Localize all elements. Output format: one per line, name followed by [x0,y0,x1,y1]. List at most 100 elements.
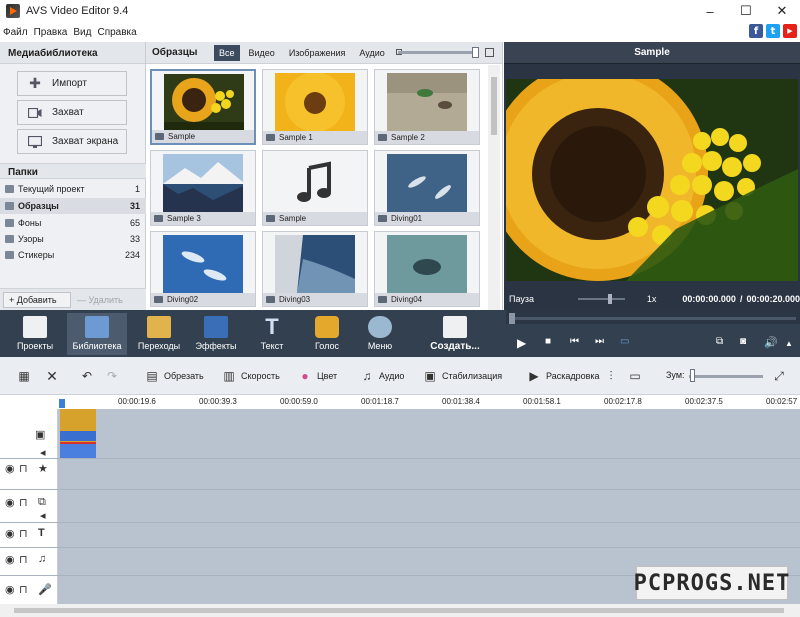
audio-mixer-icon[interactable]: ⫶ [604,369,623,383]
capture-button[interactable]: Захват [17,100,127,125]
menu-file[interactable]: Файл [0,27,31,38]
stabilization-button[interactable]: ▣ Стабилизация [423,369,502,383]
detach-preview-icon[interactable]: ⧉ [716,336,723,347]
color-button[interactable]: ● Цвет [298,369,337,383]
stop-icon[interactable]: ■ [545,336,551,347]
lock-icon[interactable]: ⊓ [19,553,28,566]
tool-library[interactable]: Библиотека [67,313,127,355]
tool-menu[interactable]: Меню [350,313,410,355]
samples-scrollbar[interactable] [488,65,500,310]
lock-icon[interactable]: ⊓ [19,527,28,540]
lock-icon[interactable]: ⊓ [19,583,28,596]
media-thumb-sample-3[interactable]: Sample 3 [150,150,256,226]
menu-help[interactable]: Справка [94,27,139,38]
folder-stickers[interactable]: Стикеры 234 [0,247,146,263]
window-title: AVS Video Editor 9.4 [26,5,129,17]
fit-timeline-icon[interactable]: ⤢ [772,369,791,383]
thumbnail-size-slider[interactable] [398,51,478,54]
audio-mute-icon[interactable]: ◂ [40,509,46,522]
media-thumb-diving04[interactable]: Diving04 [374,231,480,307]
media-thumb-sample-2[interactable]: Sample 2 [374,69,480,145]
trim-button[interactable]: ▤ Обрезать [145,369,203,383]
filter-audio-tab[interactable]: Аудио [354,45,389,61]
voice-track-icon: 🎤 [38,584,52,596]
video-track-icon: ▣ [35,429,46,441]
minimize-button[interactable]: – [692,0,728,22]
media-thumb-sample-audio[interactable]: Sample [262,150,368,226]
stabilization-icon: ▣ [424,369,436,383]
audio-button[interactable]: ♫ Аудио [360,369,405,383]
next-frame-icon[interactable]: ⏭ [595,336,604,347]
tool-transitions[interactable]: Переходы [129,313,189,355]
volume-icon[interactable]: 🔊 [764,336,778,349]
delete-icon[interactable]: ✕ [45,368,64,384]
media-library-title: Медиабиблиотека [0,42,145,64]
samples-scroll-thumb[interactable] [491,77,497,135]
fullscreen-preview-icon[interactable]: ▭ [620,336,629,347]
folder-patterns[interactable]: Узоры 33 [0,231,146,247]
zoom-handle[interactable] [690,369,695,382]
text-track-icon: T [38,527,45,539]
visibility-eye-icon[interactable]: ◉ [5,462,15,475]
import-button[interactable]: ✚ Импорт [17,71,127,96]
tool-effects[interactable]: Эффекты [186,313,246,355]
tool-text[interactable]: T Текст [242,313,302,355]
menu-view[interactable]: Вид [70,27,94,38]
tool-voice[interactable]: Голос [297,313,357,355]
seek-bar[interactable] [506,310,800,324]
snapshot-icon[interactable]: ◙ [740,336,746,347]
seek-handle[interactable] [509,313,515,324]
lock-icon[interactable]: ⊓ [19,496,28,509]
visibility-eye-icon[interactable]: ◉ [5,527,15,540]
media-thumb-sample-1[interactable]: Sample 1 [262,69,368,145]
timeline-scroll-thumb[interactable] [14,608,784,613]
media-thumb-diving02[interactable]: Diving02 [150,231,256,307]
filter-video-tab[interactable]: Видео [244,45,280,61]
facebook-icon[interactable]: f [749,24,763,38]
storyboard-button[interactable]: ▶ Раскадровка [527,369,599,383]
star-icon [204,316,228,338]
thumbnail-size-handle[interactable] [472,47,479,58]
previous-frame-icon[interactable]: ⏮ [570,336,579,347]
twitter-icon[interactable]: t [766,24,780,38]
tool-create[interactable]: Создать... [420,313,490,355]
filter-all-tab[interactable]: Все [214,44,240,61]
visibility-eye-icon[interactable]: ◉ [5,553,15,566]
timeline-scrollbar[interactable] [0,604,800,617]
playhead-marker[interactable] [59,399,65,408]
preview-video-frame[interactable] [506,79,798,281]
redo-icon[interactable]: ↷ [105,369,124,383]
total-time: 00:00:20.000 [746,294,800,304]
media-library-footer: + Добавить — Удалить [0,288,146,310]
playback-speed: 1x [646,294,657,304]
tool-projects[interactable]: Проекты [5,313,65,355]
zoom-slider[interactable] [689,375,763,378]
close-button[interactable]: ✕ [764,0,800,22]
lock-icon[interactable]: ⊓ [19,462,28,475]
media-thumb-sample[interactable]: Sample [150,69,256,145]
screen-capture-button[interactable]: Захват экрана [17,129,127,154]
timeline-clip-sample[interactable] [60,409,96,458]
play-icon[interactable]: ▶ [517,336,526,350]
delete-folder-button[interactable]: — Удалить [77,295,123,305]
undo-icon[interactable]: ↶ [80,369,99,383]
storyboard-toggle-icon[interactable]: ▦ [17,369,36,383]
folder-samples[interactable]: Образцы 31 [0,198,146,214]
visibility-eye-icon[interactable]: ◉ [5,583,15,596]
filter-images-tab[interactable]: Изображения [284,45,351,61]
folder-current-project[interactable]: Текущий проект 1 [0,181,146,197]
timeline-ruler[interactable]: 00:00:19.6 00:00:39.3 00:00:59.0 00:01:1… [0,395,800,409]
maximize-button[interactable]: ☐ [728,0,764,22]
add-folder-button[interactable]: + Добавить [3,291,71,308]
media-thumb-diving03[interactable]: Diving03 [262,231,368,307]
menu-edit[interactable]: Правка [31,27,71,38]
folder-backgrounds[interactable]: Фоны 65 [0,215,146,231]
media-thumb-diving01[interactable]: Diving01 [374,150,480,226]
youtube-icon[interactable]: ▶ [783,24,797,38]
aspect-ratio-icon[interactable]: ▭ [628,369,647,383]
visibility-eye-icon[interactable]: ◉ [5,496,15,509]
volume-chevron-icon[interactable]: ▲ [785,339,793,348]
speed-button[interactable]: ▥ Скорость [222,369,280,383]
playback-speed-slider[interactable] [577,294,625,304]
import-label: Импорт [52,78,87,89]
